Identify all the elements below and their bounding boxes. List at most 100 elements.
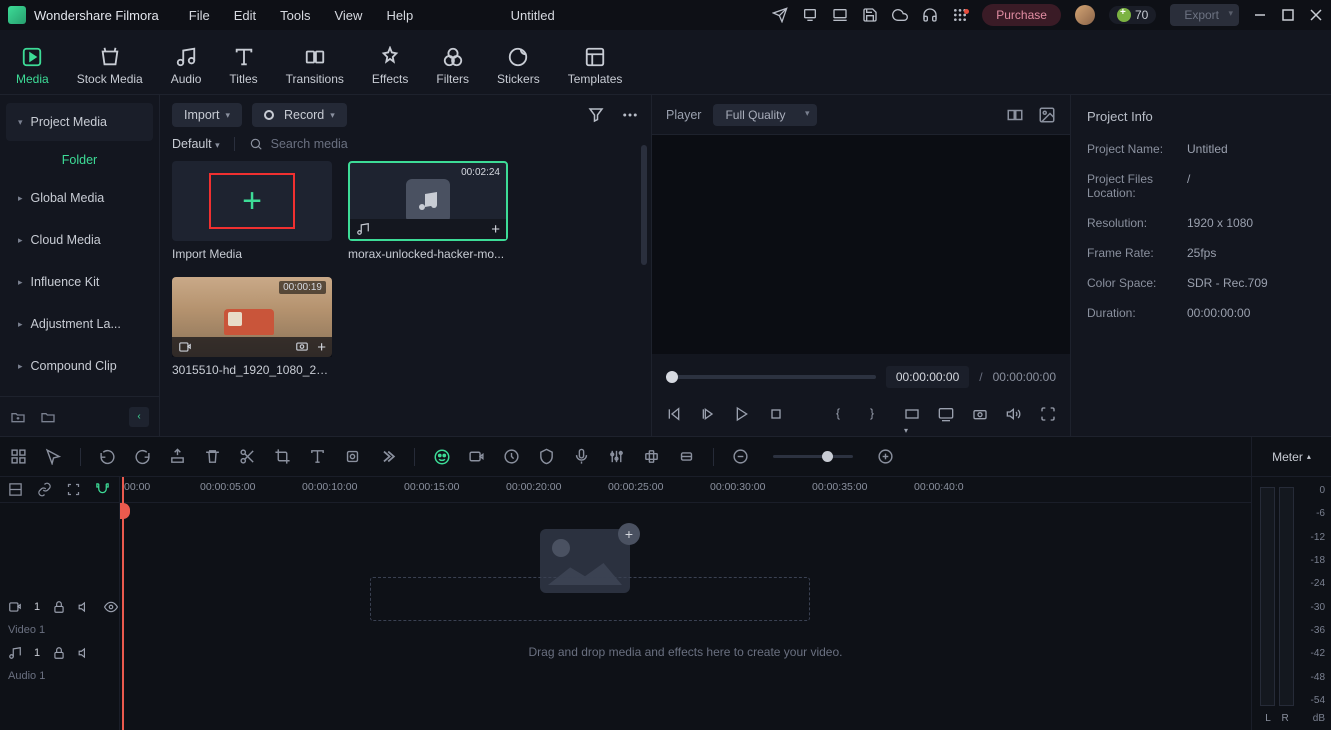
collapse-sidebar-button[interactable]: ‹ — [129, 407, 149, 427]
menu-file[interactable]: File — [189, 8, 210, 23]
step-back-icon[interactable] — [700, 406, 716, 422]
snapshot-icon[interactable] — [972, 406, 988, 422]
minimize-icon[interactable] — [1253, 8, 1267, 22]
sidebar-item-compound-clip[interactable]: ▸Compound Clip — [6, 347, 153, 385]
new-folder-icon[interactable] — [10, 409, 26, 425]
maximize-icon[interactable] — [1281, 8, 1295, 22]
add-to-timeline-icon[interactable]: + — [317, 339, 326, 356]
monitor-icon[interactable] — [832, 7, 848, 23]
user-avatar[interactable] — [1075, 5, 1095, 25]
ratio-icon[interactable]: ▾ — [904, 406, 920, 422]
meter-header[interactable]: Meter▴ — [1252, 437, 1331, 477]
mute-icon[interactable] — [78, 600, 92, 614]
speed-icon[interactable] — [503, 448, 520, 465]
select-tool-icon[interactable] — [45, 448, 62, 465]
menu-tools[interactable]: Tools — [280, 8, 310, 23]
timecode-current[interactable]: 00:00:00:00 — [886, 366, 969, 388]
menu-edit[interactable]: Edit — [234, 8, 256, 23]
sidebar-item-project-media[interactable]: ▾Project Media — [6, 103, 153, 141]
menu-view[interactable]: View — [334, 8, 362, 23]
sidebar-item-cloud-media[interactable]: ▸Cloud Media — [6, 221, 153, 259]
close-icon[interactable] — [1309, 8, 1323, 22]
folder-icon[interactable] — [40, 409, 56, 425]
undo-icon[interactable] — [99, 448, 116, 465]
visibility-icon[interactable] — [104, 600, 118, 614]
mask-icon[interactable] — [538, 448, 555, 465]
picture-icon[interactable] — [1038, 106, 1056, 124]
snap-icon[interactable] — [66, 482, 81, 497]
tab-media[interactable]: Media — [16, 46, 49, 90]
audio-track-header[interactable]: 1 — [0, 639, 119, 667]
scrollbar[interactable] — [641, 145, 647, 265]
headphones-icon[interactable] — [922, 7, 938, 23]
crop-icon[interactable] — [274, 448, 291, 465]
lock-icon[interactable] — [52, 600, 66, 614]
mark-out-icon[interactable]: } — [870, 406, 886, 422]
playhead[interactable] — [122, 477, 124, 730]
zoom-out-icon[interactable] — [732, 448, 749, 465]
marker-icon[interactable] — [169, 448, 186, 465]
save-icon[interactable] — [862, 7, 878, 23]
drop-zone[interactable] — [370, 577, 810, 621]
import-media-tile[interactable]: + — [172, 161, 332, 241]
tab-audio[interactable]: Audio — [171, 46, 202, 90]
display-icon[interactable] — [938, 406, 954, 422]
record-dropdown[interactable]: Record▾ — [252, 103, 347, 127]
track-grid-icon[interactable] — [8, 482, 23, 497]
sidebar-item-adjustment-layer[interactable]: ▸Adjustment La... — [6, 305, 153, 343]
prev-frame-icon[interactable] — [666, 406, 682, 422]
tab-stickers[interactable]: Stickers — [497, 46, 540, 90]
volume-icon[interactable] — [1006, 406, 1022, 422]
text-icon[interactable] — [309, 448, 326, 465]
lock-icon[interactable] — [52, 646, 66, 660]
timeline-tracks[interactable]: 00:00 00:00:05:00 00:00:10:00 00:00:15:0… — [120, 477, 1251, 730]
sidebar-sub-folder[interactable]: Folder — [0, 143, 159, 177]
magnet-icon[interactable] — [95, 482, 110, 497]
tab-titles[interactable]: Titles — [229, 46, 257, 90]
send-icon[interactable] — [772, 7, 788, 23]
more-tools-icon[interactable] — [379, 448, 396, 465]
export-button[interactable]: Export — [1170, 4, 1239, 26]
delete-icon[interactable] — [204, 448, 221, 465]
compare-view-icon[interactable] — [1006, 106, 1024, 124]
cloud-icon[interactable] — [892, 7, 908, 23]
more-icon[interactable] — [621, 106, 639, 124]
mic-icon[interactable] — [573, 448, 590, 465]
add-to-timeline-icon[interactable]: + — [491, 221, 500, 238]
quality-dropdown[interactable]: Full Quality — [713, 104, 817, 126]
tab-transitions[interactable]: Transitions — [286, 46, 344, 90]
zoom-in-icon[interactable] — [877, 448, 894, 465]
timeline-ruler[interactable]: 00:00 00:00:05:00 00:00:10:00 00:00:15:0… — [120, 477, 1251, 503]
mute-icon[interactable] — [78, 646, 92, 660]
tab-filters[interactable]: Filters — [436, 46, 469, 90]
tab-templates[interactable]: Templates — [568, 46, 623, 90]
render-icon[interactable] — [678, 448, 695, 465]
import-dropdown[interactable]: Import▾ — [172, 103, 242, 127]
media-clip-video[interactable]: 00:00:19 + — [172, 277, 332, 357]
layout-icon[interactable] — [10, 448, 27, 465]
sort-dropdown[interactable]: Default ▾ — [172, 137, 220, 151]
redo-icon[interactable] — [134, 448, 151, 465]
media-clip-audio[interactable]: 00:02:24 + — [348, 161, 508, 241]
link-icon[interactable] — [37, 482, 52, 497]
audio-mixer-icon[interactable] — [608, 448, 625, 465]
video-track-header[interactable]: 1 — [0, 593, 119, 621]
preview-viewport[interactable] — [652, 135, 1070, 354]
search-input[interactable] — [271, 137, 471, 151]
split-icon[interactable] — [239, 448, 256, 465]
menu-help[interactable]: Help — [386, 8, 413, 23]
tab-stock-media[interactable]: Stock Media — [77, 46, 143, 90]
stop-icon[interactable] — [768, 406, 784, 422]
track-focus-icon[interactable] — [344, 448, 361, 465]
keyframe-icon[interactable] — [643, 448, 660, 465]
tab-effects[interactable]: Effects — [372, 46, 408, 90]
device-icon[interactable] — [802, 7, 818, 23]
mark-in-icon[interactable]: { — [836, 406, 852, 422]
camera-tool-icon[interactable] — [468, 448, 485, 465]
camera-icon[interactable] — [295, 339, 309, 356]
sidebar-item-global-media[interactable]: ▸Global Media — [6, 179, 153, 217]
apps-icon[interactable] — [952, 7, 968, 23]
zoom-slider[interactable] — [773, 455, 853, 458]
play-icon[interactable] — [734, 406, 750, 422]
sidebar-item-influence-kit[interactable]: ▸Influence Kit — [6, 263, 153, 301]
